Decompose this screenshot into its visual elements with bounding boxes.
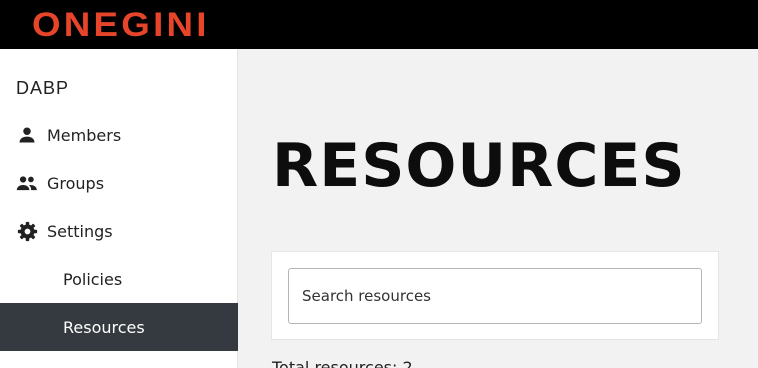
sidebar-item-label: Resources [63, 317, 145, 337]
sidebar-item-resources[interactable]: Resources [0, 303, 238, 351]
onegini-logo[interactable]: ONEGINI [32, 6, 210, 44]
sidebar-item-label: Settings [47, 221, 113, 241]
organization-name: DABP [16, 78, 70, 98]
sidebar-item-groups[interactable]: Groups [0, 166, 238, 200]
people-icon [16, 172, 38, 194]
sidebar-item-label: Groups [47, 173, 105, 193]
sidebar-item-settings[interactable]: Settings [0, 214, 238, 248]
sidebar-item-label: Policies [63, 269, 123, 289]
page-title: RESOURCES [272, 131, 686, 201]
total-resources-label: Total resources: 2 [272, 358, 413, 368]
sidebar: DABP Members Groups Settings Policies Re… [0, 49, 238, 368]
sidebar-item-members[interactable]: Members [0, 118, 238, 152]
search-card [271, 251, 719, 340]
gear-icon [16, 220, 38, 242]
top-bar: ONEGINI [0, 0, 758, 49]
person-icon [16, 124, 38, 146]
sidebar-item-label: Members [47, 125, 122, 145]
search-input[interactable] [288, 268, 702, 324]
main-content: RESOURCES Total resources: 2 [239, 49, 758, 368]
sidebar-item-policies[interactable]: Policies [0, 262, 238, 296]
